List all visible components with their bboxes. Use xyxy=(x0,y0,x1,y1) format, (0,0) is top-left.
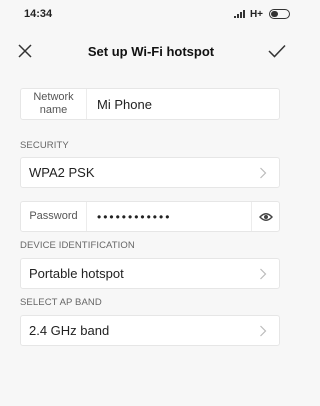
chevron-right-icon xyxy=(260,268,267,279)
eye-icon xyxy=(258,212,273,221)
close-icon xyxy=(18,44,32,58)
device-identification-selector[interactable]: Portable hotspot xyxy=(20,258,280,289)
device-identification-value: Portable hotspot xyxy=(29,266,124,281)
ap-band-value: 2.4 GHz band xyxy=(29,323,110,338)
check-icon xyxy=(268,44,286,58)
battery-level xyxy=(271,11,278,17)
security-value: WPA2 PSK xyxy=(29,165,95,180)
security-selector[interactable]: WPA2 PSK xyxy=(20,157,280,188)
network-type: H+ xyxy=(249,8,263,20)
header: Set up Wi-Fi hotspot xyxy=(0,28,300,74)
status-icons: H+ xyxy=(233,8,290,20)
status-time: 14:34 xyxy=(24,8,53,20)
device-identification-section-label: DEVICE IDENTIFICATION xyxy=(20,240,135,251)
close-button[interactable] xyxy=(14,40,36,62)
confirm-button[interactable] xyxy=(266,40,288,62)
password-field[interactable]: Password •••••••••••• xyxy=(20,201,280,232)
password-visibility-toggle[interactable] xyxy=(251,202,279,231)
chevron-right-icon xyxy=(260,167,267,178)
ap-band-selector[interactable]: 2.4 GHz band xyxy=(20,315,280,346)
battery-icon xyxy=(269,9,290,19)
signal-icon xyxy=(233,10,245,18)
network-name-field[interactable]: Network name Mi Phone xyxy=(20,88,280,120)
chevron-right-icon xyxy=(260,325,267,336)
page-title: Set up Wi-Fi hotspot xyxy=(87,43,215,59)
network-name-input[interactable]: Mi Phone xyxy=(97,97,152,112)
status-bar: 14:34 H+ xyxy=(0,0,300,28)
password-input[interactable]: •••••••••••• xyxy=(97,210,171,224)
password-label: Password xyxy=(21,202,87,231)
ap-band-section-label: SELECT AP BAND xyxy=(20,297,102,308)
network-name-label: Network name xyxy=(21,89,87,119)
security-section-label: SECURITY xyxy=(20,140,69,151)
